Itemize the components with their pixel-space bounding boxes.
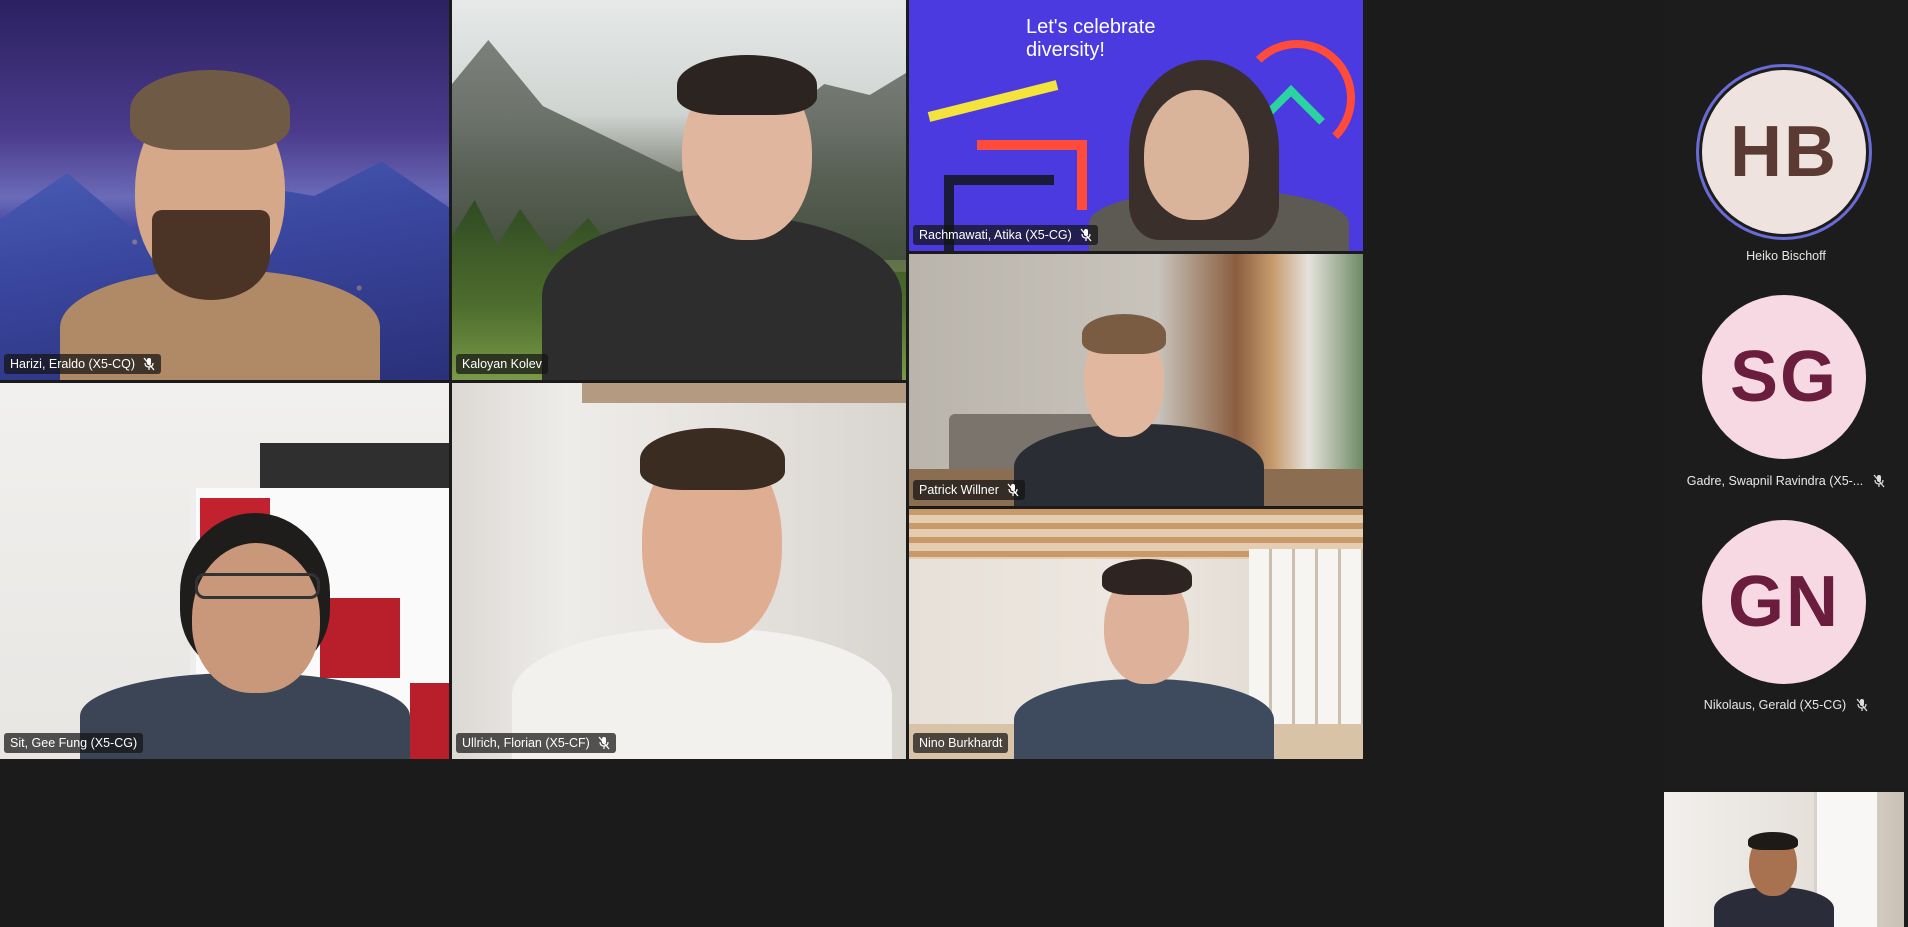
video-tile-rachmawati[interactable]: Let's celebrate diversity! Rachmawati, A… (909, 0, 1363, 251)
participant-name: Ullrich, Florian (X5-CF) (462, 736, 590, 750)
name-tag: Rachmawati, Atika (X5-CG) (913, 225, 1098, 245)
name-tag: Sit, Gee Fung (X5-CG) (4, 733, 144, 753)
mic-off-icon (1007, 483, 1019, 497)
roster-name: Nikolaus, Gerald (X5-CG) (1703, 698, 1847, 712)
roster-name: Gadre, Swapnil Ravindra (X5-... (1686, 474, 1864, 488)
roster-name-row: Nikolaus, Gerald (X5-CG) (1664, 698, 1908, 712)
mic-off-icon (598, 736, 610, 750)
name-tag: Kaloyan Kolev (456, 354, 548, 374)
video-tile-sit[interactable]: Sit, Gee Fung (X5-CG) (0, 383, 449, 759)
video-tile-kaloyan[interactable]: Kaloyan Kolev (452, 0, 906, 380)
name-tag: Nino Burkhardt (913, 733, 1009, 753)
mic-off-icon (143, 357, 155, 371)
banner-text: Let's celebrate diversity! (1026, 16, 1156, 61)
participant-video-rachmawati (1059, 60, 1349, 251)
name-tag: Ullrich, Florian (X5-CF) (456, 733, 616, 753)
participant-video-patrick (1014, 314, 1264, 506)
avatar: HB (1702, 70, 1866, 234)
participant-name: Rachmawati, Atika (X5-CG) (919, 228, 1072, 242)
mic-off-icon (1080, 228, 1092, 242)
video-tile-patrick[interactable]: Patrick Willner (909, 254, 1363, 506)
self-view-video[interactable] (1664, 792, 1904, 927)
red-bins (410, 683, 449, 759)
participant-name: Patrick Willner (919, 483, 999, 497)
participant-name: Harizi, Eraldo (X5-CQ) (10, 357, 136, 371)
avatar-initials: SG (1729, 337, 1839, 417)
participant-roster: HB Heiko Bischoff SG Gadre, Swapnil Ravi… (1664, 0, 1908, 790)
ceiling-beam (582, 383, 906, 403)
participant-video-self (1704, 832, 1844, 927)
video-tile-nino[interactable]: Nino Burkhardt (909, 509, 1363, 759)
participant-name: Sit, Gee Fung (X5-CG) (10, 736, 138, 750)
roster-name: Heiko Bischoff (1746, 249, 1826, 263)
roster-item-heiko[interactable]: HB Heiko Bischoff (1664, 0, 1908, 263)
avatar: GN (1702, 520, 1866, 684)
participant-video-nino (1014, 559, 1274, 759)
participant-video-ullrich (512, 428, 892, 759)
mic-off-icon (1856, 698, 1868, 712)
dark-object (260, 443, 449, 488)
participant-name: Nino Burkhardt (919, 736, 1003, 750)
name-tag: Patrick Willner (913, 480, 1025, 500)
roster-name-row: Gadre, Swapnil Ravindra (X5-... (1664, 474, 1908, 488)
participant-video-harizi (60, 70, 380, 380)
name-tag: Harizi, Eraldo (X5-CQ) (4, 354, 162, 374)
participant-video-sit (80, 513, 410, 759)
avatar-initials: HB (1730, 112, 1838, 192)
avatar-initials: GN (1728, 562, 1840, 642)
avatar: SG (1702, 295, 1866, 459)
participant-video-kaloyan (542, 55, 902, 380)
video-tile-harizi[interactable]: Harizi, Eraldo (X5-CQ) (0, 0, 449, 380)
participant-name: Kaloyan Kolev (462, 357, 542, 371)
mic-off-icon (1873, 474, 1885, 488)
video-tile-ullrich[interactable]: Ullrich, Florian (X5-CF) (452, 383, 906, 759)
roster-name-row: Heiko Bischoff (1664, 249, 1908, 263)
